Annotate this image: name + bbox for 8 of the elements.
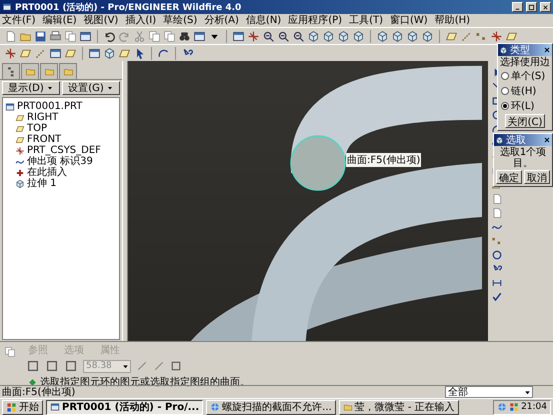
dialog-title: 类型 [510, 44, 531, 56]
dialog-message: 选取1个项目。 [498, 147, 548, 169]
window-title: PRT0001 (活动的) - Pro/ENGINEER Wildfire 4.0 [15, 2, 242, 14]
dialog-prompt: 选择使用边 [500, 57, 550, 68]
hover-label: 曲面:F5(伸出项) [346, 153, 422, 167]
status-text: 曲面:F5(伸出项) [2, 386, 76, 399]
dialog-title: 选取 [506, 134, 527, 146]
clock: 21:04 [521, 402, 547, 412]
